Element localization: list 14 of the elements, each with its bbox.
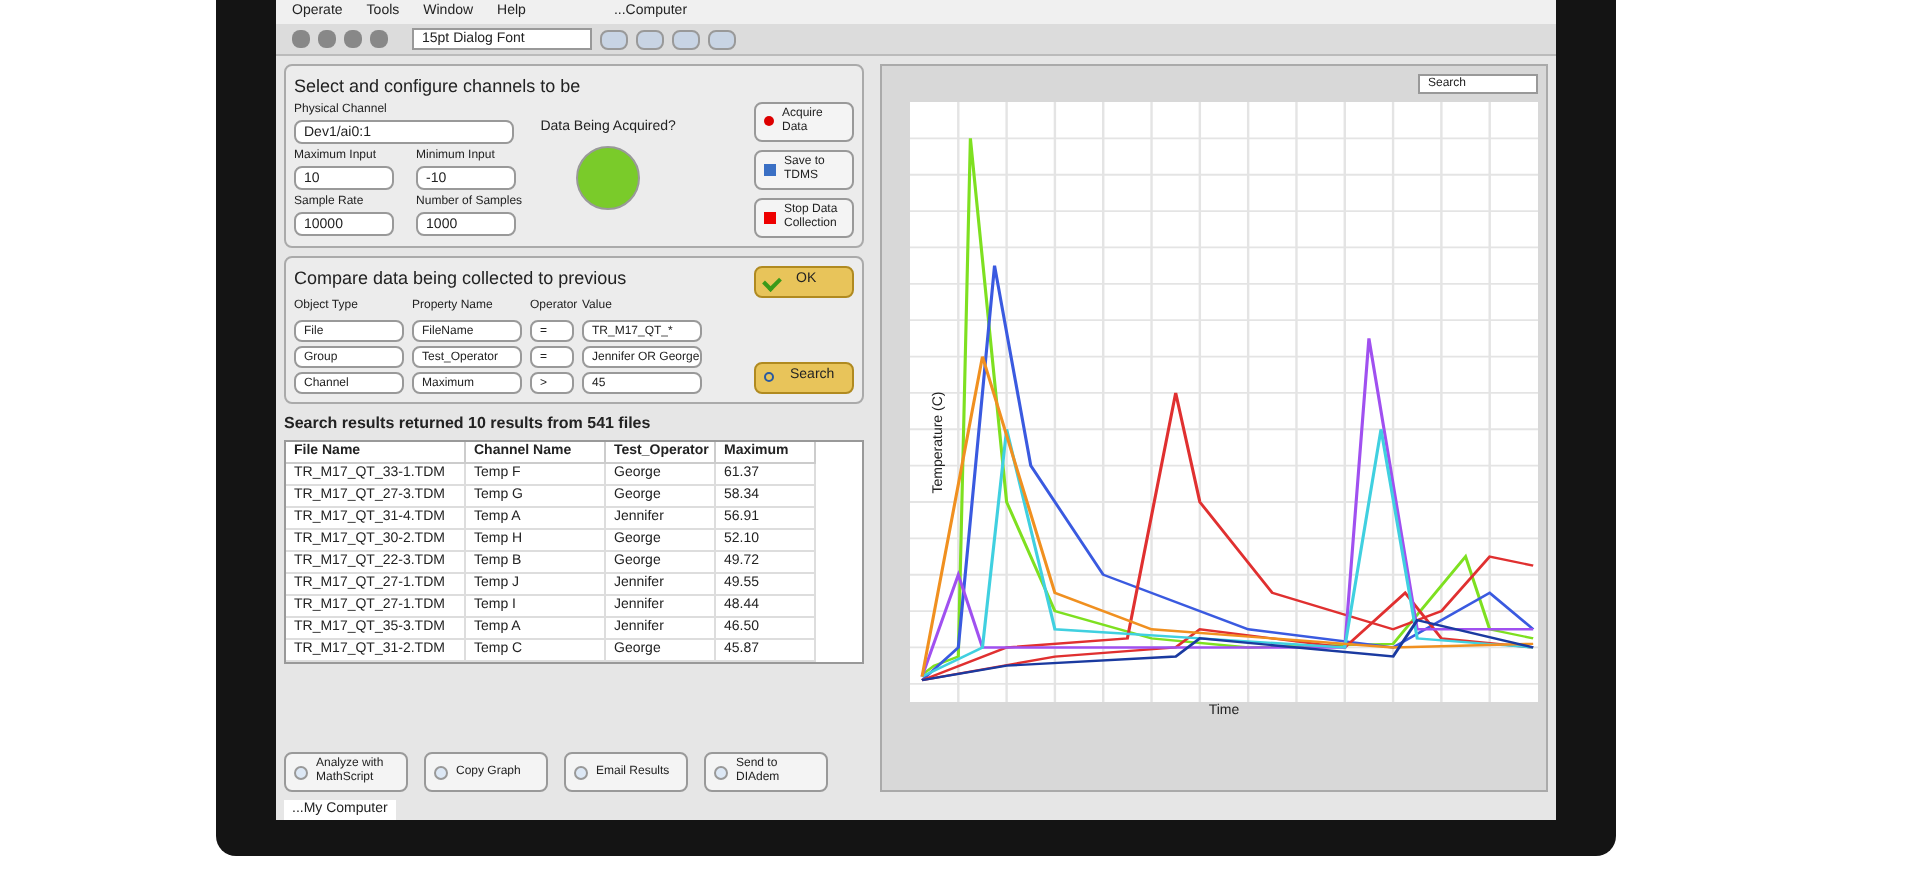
app-icon — [574, 765, 588, 779]
search-icon — [764, 372, 774, 382]
app-icon — [714, 765, 728, 779]
app-icon — [294, 765, 308, 779]
align-tool-icon[interactable] — [600, 29, 628, 49]
record-icon — [764, 116, 774, 126]
app-icon — [434, 765, 448, 779]
align-tool-icon[interactable] — [636, 29, 664, 49]
align-tool-icon[interactable] — [672, 29, 700, 49]
panel-title: Select and configure channels to be — [294, 74, 583, 100]
results-title: Search results returned 10 results from 541 files — [284, 411, 653, 435]
stop-icon — [764, 211, 776, 223]
panel-title: Compare data being collected to previous — [294, 265, 627, 292]
align-tool-icon[interactable] — [708, 29, 736, 49]
